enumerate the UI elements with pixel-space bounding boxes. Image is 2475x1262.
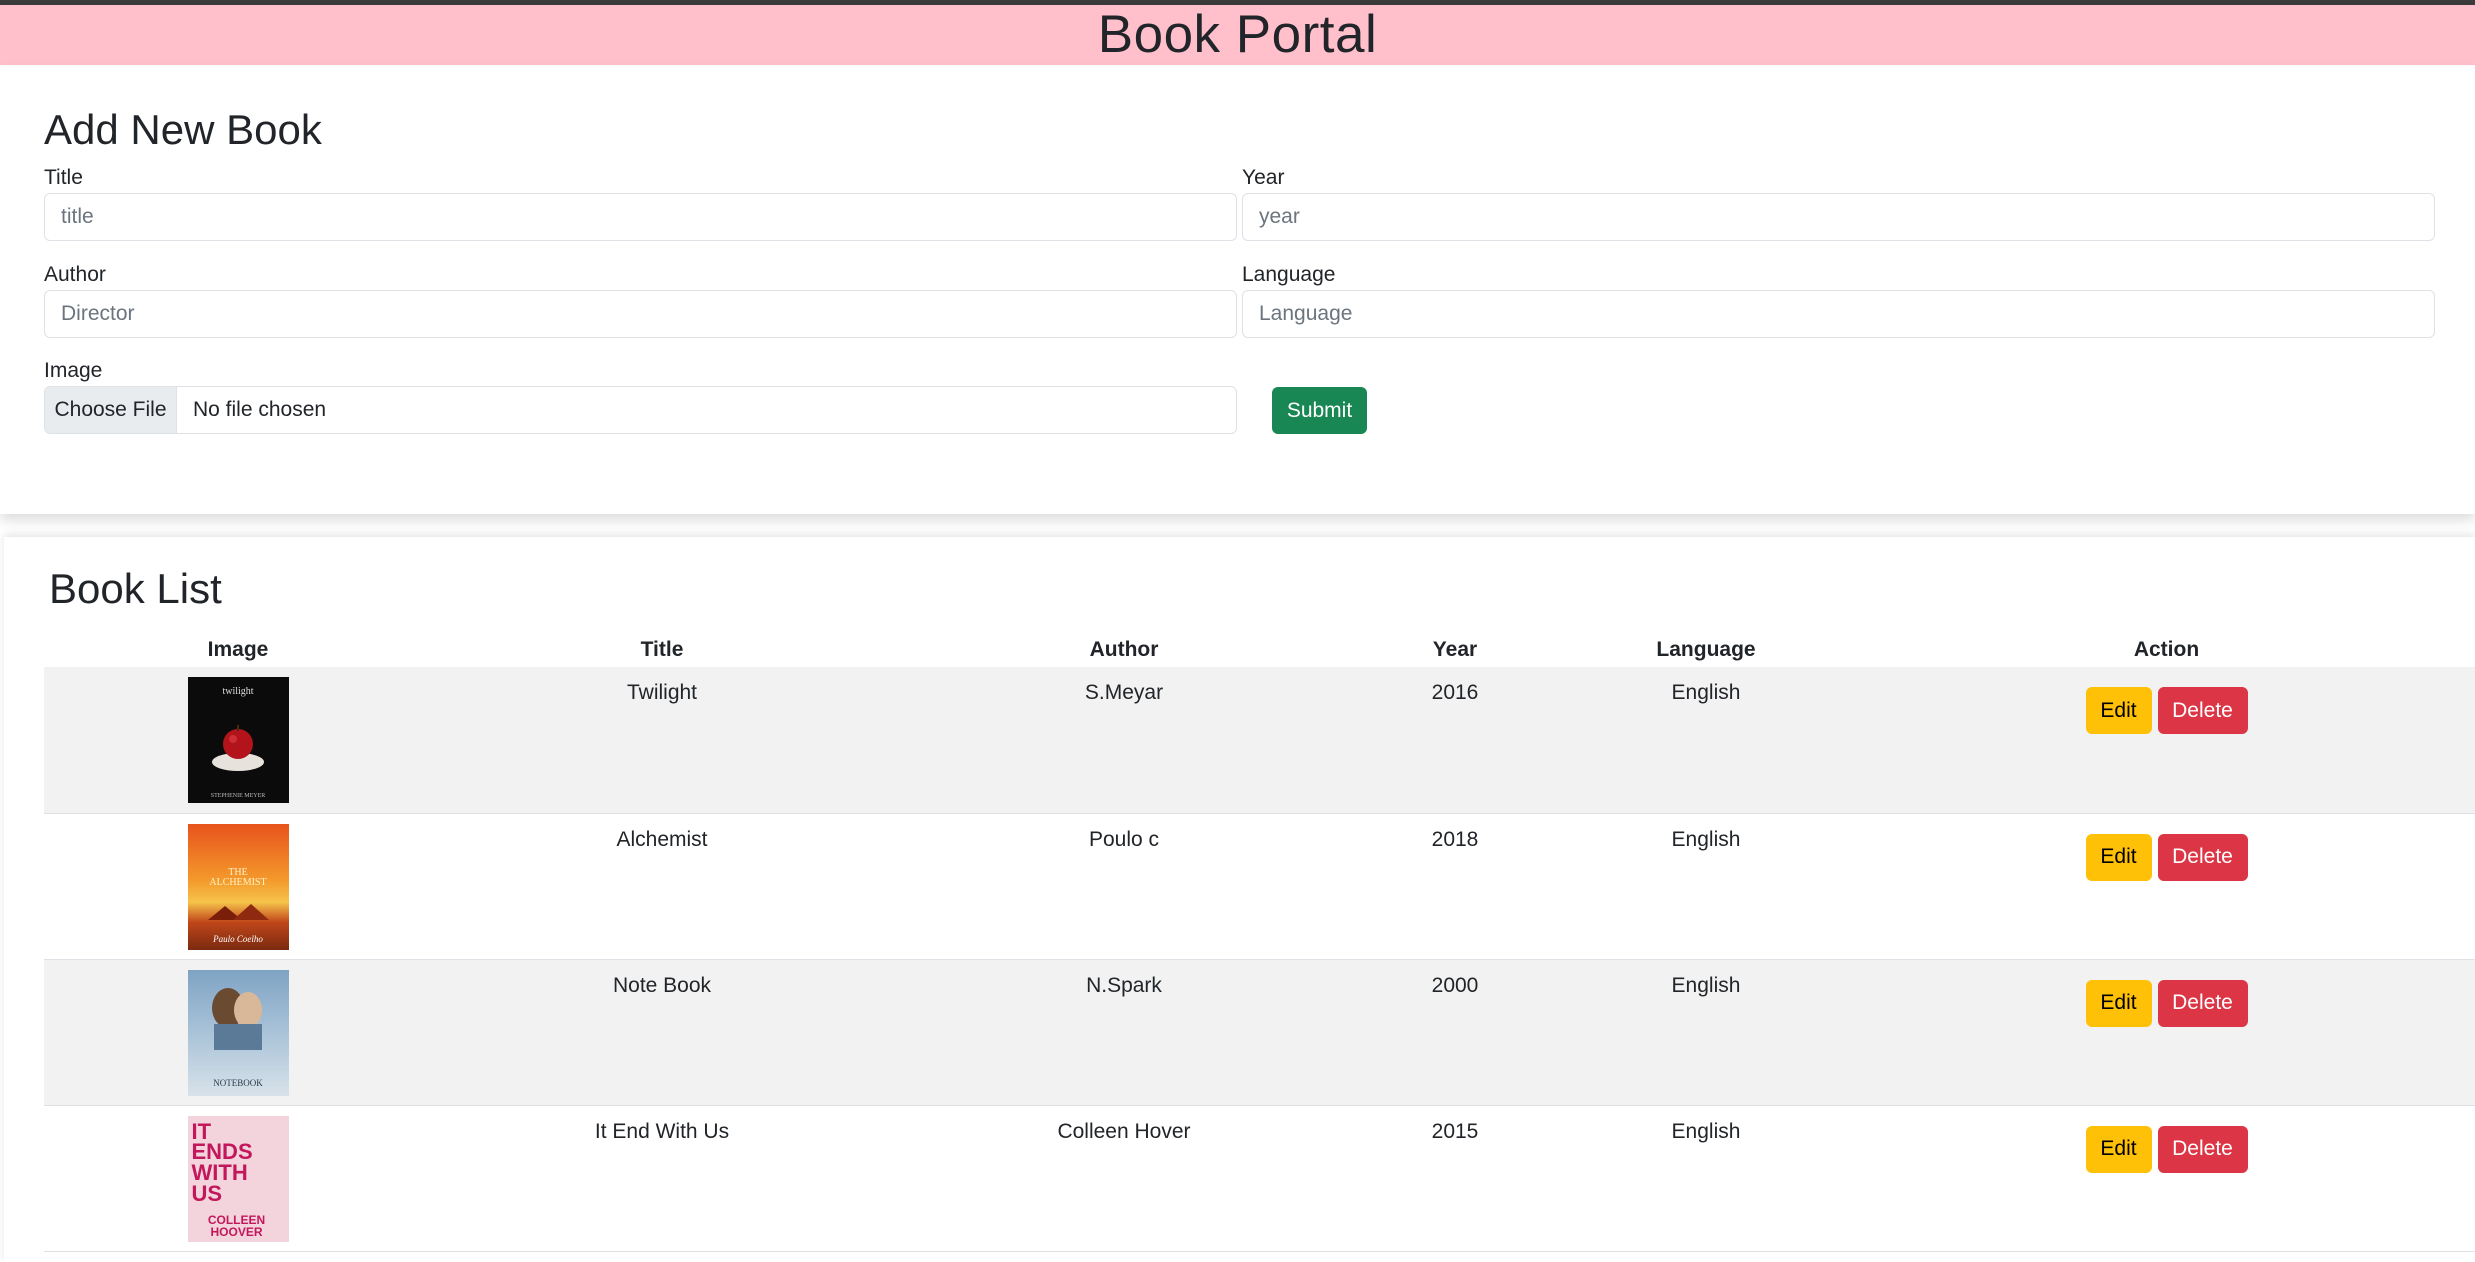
- author-label: Author: [44, 263, 106, 286]
- choose-file-button[interactable]: Choose File: [45, 387, 177, 433]
- col-image: Image: [207, 638, 269, 661]
- app-header: Book Portal: [0, 5, 2475, 65]
- add-book-form: Add New Book Title Year Author Language …: [0, 66, 2475, 514]
- book-title: Twilight: [432, 667, 892, 814]
- cover-byline: Paulo Coelho: [213, 933, 263, 944]
- book-author: Colleen Hover: [892, 1105, 1356, 1252]
- cover-text: NOTEBOOK: [213, 1077, 263, 1088]
- col-title: Title: [640, 638, 684, 661]
- col-year: Year: [1432, 638, 1478, 661]
- form-heading: Add New Book: [44, 106, 322, 153]
- delete-button[interactable]: Delete: [2157, 979, 2248, 1027]
- book-language: English: [1554, 959, 1858, 1106]
- language-label: Language: [1242, 263, 1336, 286]
- table-row: THE ALCHEMIST Paulo Coelho Alchemist Pou…: [44, 813, 2475, 960]
- edit-button[interactable]: Edit: [2085, 687, 2152, 734]
- edit-button[interactable]: Edit: [2085, 979, 2152, 1027]
- delete-button[interactable]: Delete: [2157, 687, 2248, 734]
- book-author: S.Meyar: [892, 667, 1356, 814]
- cover-text: twilight: [222, 686, 254, 697]
- author-input[interactable]: [44, 290, 1237, 338]
- table-row: NOTEBOOK Note Book N.Spark 2000 English …: [44, 959, 2475, 1106]
- delete-button[interactable]: Delete: [2157, 833, 2248, 881]
- cover-text: THE ALCHEMIST: [209, 866, 267, 888]
- apple-icon: [212, 725, 264, 771]
- book-year: 2018: [1356, 813, 1554, 960]
- image-file-input[interactable]: Choose File No file chosen: [44, 386, 1237, 434]
- delete-button[interactable]: Delete: [2157, 1125, 2248, 1173]
- edit-button[interactable]: Edit: [2085, 1125, 2152, 1173]
- table-row: twilight STEPHENIE MEYER Twilight S.Meya…: [44, 667, 2475, 814]
- col-action: Action: [2133, 638, 2200, 661]
- book-year: 2016: [1356, 667, 1554, 814]
- year-label: Year: [1242, 166, 1285, 189]
- apple-in-hands-cover: twilight STEPHENIE MEYER: [187, 677, 289, 803]
- book-language: English: [1554, 813, 1858, 960]
- book-title: Alchemist: [432, 813, 892, 960]
- book-table: Image Title Author Year Language Action …: [44, 633, 2475, 1252]
- table-row: IT ENDS WITH US COLLEEN HOOVER It End Wi…: [44, 1105, 2475, 1252]
- book-language: English: [1554, 667, 1858, 814]
- edit-button[interactable]: Edit: [2085, 833, 2152, 881]
- language-input[interactable]: [1242, 290, 2435, 338]
- book-year: 2015: [1356, 1105, 1554, 1252]
- book-author: N.Spark: [892, 959, 1356, 1106]
- desert-sunset-cover: THE ALCHEMIST Paulo Coelho: [187, 823, 289, 950]
- col-author: Author: [1089, 638, 1159, 661]
- pink-flowers-cover: IT ENDS WITH US COLLEEN HOOVER: [187, 1115, 289, 1242]
- pyramid-icon: [208, 904, 269, 920]
- couple-icon: [212, 987, 262, 1050]
- book-author: Poulo c: [892, 813, 1356, 960]
- book-language: English: [1554, 1105, 1858, 1252]
- book-list-section: Book List Image Title Author Year Langua…: [4, 537, 2475, 1262]
- couple-kissing-cover: NOTEBOOK: [187, 969, 289, 1096]
- book-title: It End With Us: [432, 1105, 892, 1252]
- book-year: 2000: [1356, 959, 1554, 1106]
- title-label: Title: [44, 166, 83, 189]
- submit-button[interactable]: Submit: [1272, 387, 1367, 434]
- app-title: Book Portal: [1097, 5, 1378, 64]
- list-heading: Book List: [49, 565, 222, 612]
- cover-text: IT ENDS WITH US: [191, 1118, 253, 1207]
- table-header-row: Image Title Author Year Language Action: [44, 633, 2475, 667]
- title-input[interactable]: [44, 193, 1237, 241]
- image-label: Image: [44, 359, 103, 382]
- book-title: Note Book: [432, 959, 892, 1106]
- col-language: Language: [1656, 638, 1756, 661]
- file-status: No file chosen: [193, 398, 327, 421]
- cover-byline: STEPHENIE MEYER: [210, 793, 266, 799]
- year-input[interactable]: [1242, 193, 2435, 241]
- cover-byline: COLLEEN HOOVER: [207, 1212, 266, 1239]
